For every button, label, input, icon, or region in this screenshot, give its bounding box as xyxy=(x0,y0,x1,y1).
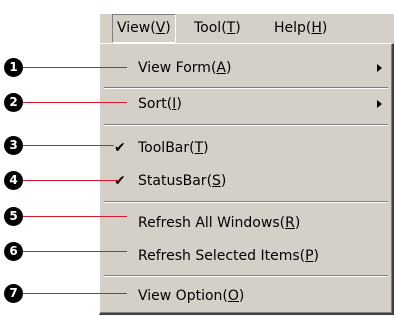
menu-help-hotkey: H xyxy=(311,20,322,36)
menu-item-view-form[interactable]: View Form(A) xyxy=(100,54,390,82)
check-icon: ✔ xyxy=(114,173,126,189)
callout-badge-1: 1 xyxy=(4,58,23,77)
refresh-all-label: Refresh All Windows xyxy=(138,215,280,231)
leader-line xyxy=(23,180,119,181)
refresh-selected-hotkey: P xyxy=(305,248,314,264)
callout-badge-7: 7 xyxy=(4,284,23,303)
callout-badge-5: 5 xyxy=(4,207,23,226)
leader-line xyxy=(23,102,127,103)
leader-line xyxy=(23,293,127,294)
menu-item-view-option[interactable]: View Option(O) xyxy=(100,282,390,310)
menu-tool[interactable]: Tool(T) xyxy=(190,14,245,43)
menu-item-refresh-all[interactable]: Refresh All Windows(R) xyxy=(100,209,390,237)
separator xyxy=(104,87,388,89)
separator xyxy=(104,275,388,277)
menu-item-toolbar[interactable]: ✔ ToolBar(T) xyxy=(100,134,390,162)
menu-bar: View(V) Tool(T) Help(H) xyxy=(99,13,394,43)
leader-line xyxy=(23,145,114,146)
menu-view-hotkey: V xyxy=(155,20,166,36)
toolbar-label: ToolBar xyxy=(138,140,190,156)
menu-help-label: Help xyxy=(274,20,306,36)
leader-line xyxy=(23,251,127,252)
submenu-arrow-icon xyxy=(377,100,382,108)
menu-item-statusbar[interactable]: ✔ StatusBar(S) xyxy=(100,167,390,195)
callout-badge-6: 6 xyxy=(4,242,23,261)
view-option-label: View Option xyxy=(138,288,223,304)
separator xyxy=(104,201,388,203)
sort-label: Sort xyxy=(138,96,167,112)
callout-badge-4: 4 xyxy=(4,171,23,190)
toolbar-hotkey: T xyxy=(194,140,204,156)
menu-help[interactable]: Help(H) xyxy=(270,14,331,43)
menu-view[interactable]: View(V) xyxy=(112,14,176,43)
statusbar-hotkey: S xyxy=(212,173,221,189)
check-icon: ✔ xyxy=(114,140,126,156)
view-form-hotkey: A xyxy=(216,60,226,76)
separator xyxy=(104,124,388,126)
sort-hotkey: I xyxy=(172,96,177,112)
submenu-arrow-icon xyxy=(377,64,382,72)
leader-line xyxy=(23,216,127,217)
view-form-label: View Form xyxy=(138,60,211,76)
menu-view-label: View xyxy=(117,20,151,36)
statusbar-label: StatusBar xyxy=(138,173,207,189)
menu-item-refresh-selected[interactable]: Refresh Selected Items(P) xyxy=(100,242,390,270)
callout-badge-2: 2 xyxy=(4,93,23,112)
view-dropdown-menu: View Form(A) Sort(I) ✔ ToolBar(T) ✔ Stat… xyxy=(99,43,394,315)
menu-tool-label: Tool xyxy=(194,20,222,36)
menu-item-sort[interactable]: Sort(I) xyxy=(100,90,390,118)
view-option-hotkey: O xyxy=(227,288,239,304)
callout-badge-3: 3 xyxy=(4,136,23,155)
leader-line xyxy=(23,67,127,68)
refresh-all-hotkey: R xyxy=(285,215,295,231)
menu-tool-hotkey: T xyxy=(226,20,236,36)
refresh-selected-label: Refresh Selected Items xyxy=(138,248,300,264)
